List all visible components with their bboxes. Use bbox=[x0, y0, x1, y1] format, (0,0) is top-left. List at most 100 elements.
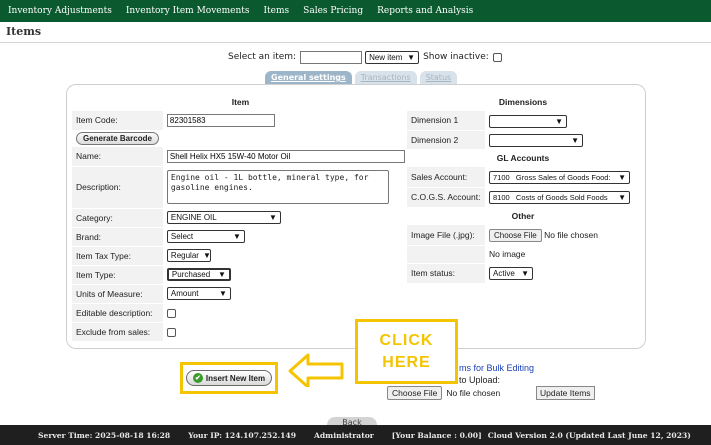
exclude-from-sales-checkbox[interactable] bbox=[166, 327, 176, 337]
new-item-select-value: New item bbox=[369, 52, 403, 62]
category-label: Category: bbox=[72, 208, 163, 228]
balance: [Your Balance : 0.00] bbox=[391, 430, 482, 440]
brand-select[interactable]: Select ▼ bbox=[166, 230, 245, 243]
nav-reports-and-analysis[interactable]: Reports and Analysis bbox=[377, 6, 473, 16]
item-code-label: Item Code: bbox=[72, 111, 163, 131]
cogs-account-label: C.O.G.S. Account: bbox=[407, 187, 485, 208]
chevron-down-icon: ▼ bbox=[218, 270, 226, 279]
sales-account-value: 7100 Gross Sales of Goods Food: bbox=[493, 172, 611, 182]
item-status-label: Item status: bbox=[407, 263, 485, 284]
category-select[interactable]: ENGINE OIL ▼ bbox=[166, 211, 281, 224]
brand-label: Brand: bbox=[72, 227, 163, 247]
chevron-down-icon: ▼ bbox=[618, 172, 626, 182]
dimension-2-select[interactable]: ▼ bbox=[489, 133, 583, 147]
chevron-down-icon: ▼ bbox=[571, 135, 579, 145]
version-info: Cloud Version 2.0 (Updated Last June 12,… bbox=[487, 430, 691, 440]
nav-sales-pricing[interactable]: Sales Pricing bbox=[303, 6, 363, 16]
right-sections: Dimensions Dimension 1 ▼ Dimension 2 ▼ G… bbox=[407, 93, 639, 284]
name-label: Name: bbox=[72, 147, 163, 167]
image-file-label: Image File (.jpg): bbox=[407, 225, 485, 246]
units-of-measure-select[interactable]: Amount ▼ bbox=[166, 287, 231, 300]
check-icon: ✔ bbox=[192, 373, 203, 383]
image-no-file-text: No file chosen bbox=[544, 229, 598, 240]
top-nav: Inventory Adjustments Inventory Item Mov… bbox=[0, 0, 711, 22]
page-title: Items bbox=[6, 25, 42, 38]
item-status-value: Active bbox=[493, 268, 515, 278]
chevron-down-icon: ▼ bbox=[269, 213, 277, 222]
chevron-down-icon: ▼ bbox=[618, 192, 626, 202]
description-label: Description: bbox=[72, 166, 163, 209]
description-textarea[interactable]: Engine oil - 1L bottle, mineral type, fo… bbox=[166, 170, 389, 204]
generate-barcode-button[interactable]: Generate Barcode bbox=[76, 132, 159, 146]
tab-bar: General settings Transactions Status bbox=[265, 71, 460, 84]
item-status-select[interactable]: Active ▼ bbox=[489, 266, 533, 280]
nav-items[interactable]: Items bbox=[264, 6, 290, 16]
chevron-down-icon: ▼ bbox=[555, 116, 563, 126]
arrow-left-icon bbox=[288, 353, 344, 387]
dimension-2-label: Dimension 2 bbox=[407, 130, 485, 150]
gl-accounts-header: GL Accounts bbox=[496, 153, 550, 164]
exclude-from-sales-label: Exclude from sales: bbox=[72, 322, 163, 342]
bulk-no-file-text: No file chosen bbox=[446, 388, 501, 398]
sales-account-select[interactable]: 7100 Gross Sales of Goods Food: ▼ bbox=[489, 170, 630, 184]
editable-description-label: Editable description: bbox=[72, 303, 163, 323]
chevron-down-icon: ▼ bbox=[407, 52, 416, 62]
name-input[interactable] bbox=[166, 150, 405, 163]
server-time: Server Time: 2025-08-18 16:28 bbox=[38, 430, 171, 440]
select-item-input[interactable] bbox=[300, 50, 363, 64]
tab-general-settings[interactable]: General settings bbox=[265, 71, 352, 84]
units-of-measure-value: Amount bbox=[170, 289, 199, 298]
item-section: Item Item Code: Generate Barcode Name: D… bbox=[72, 93, 409, 342]
dimension-1-label: Dimension 1 bbox=[407, 111, 485, 131]
item-tax-type-value: Regular bbox=[170, 251, 199, 260]
item-code-input[interactable] bbox=[166, 114, 275, 127]
item-tax-type-label: Item Tax Type: bbox=[72, 246, 163, 266]
item-section-header: Item bbox=[231, 97, 250, 107]
tab-transactions[interactable]: Transactions bbox=[354, 71, 417, 84]
callout-line-1: CLICK bbox=[379, 331, 434, 349]
image-choose-file-button[interactable]: Choose File bbox=[489, 228, 542, 242]
item-type-value: Purchased bbox=[171, 270, 211, 279]
nav-inventory-adjustments[interactable]: Inventory Adjustments bbox=[8, 6, 112, 16]
to-upload-label: to Upload: bbox=[459, 375, 501, 385]
bulk-choose-file-button[interactable]: Choose File bbox=[387, 386, 443, 400]
status-footer: Server Time: 2025-08-18 16:28 Your IP: 1… bbox=[0, 425, 711, 445]
other-header: Other bbox=[511, 211, 535, 222]
tab-status[interactable]: Status bbox=[419, 71, 458, 84]
cogs-account-value: 8100 Costs of Goods Sold Foods bbox=[493, 192, 608, 202]
update-items-button[interactable]: Update Items bbox=[536, 386, 595, 400]
bulk-editing-link[interactable]: ms for Bulk Editing bbox=[459, 363, 534, 373]
chevron-down-icon: ▼ bbox=[202, 251, 211, 260]
dimensions-header: Dimensions bbox=[498, 97, 548, 107]
bulk-file-row: Choose File No file chosen bbox=[387, 386, 500, 400]
item-selector-row: Select an item: New item ▼ Show inactive… bbox=[228, 50, 502, 64]
new-item-select[interactable]: New item ▼ bbox=[365, 50, 420, 64]
item-tax-type-select[interactable]: Regular ▼ bbox=[166, 249, 211, 262]
chevron-down-icon: ▼ bbox=[233, 232, 241, 241]
callout-line-2: HERE bbox=[382, 353, 431, 371]
chevron-down-icon: ▼ bbox=[521, 268, 529, 278]
insert-item-highlight: ✔ Insert New Item bbox=[180, 362, 278, 394]
dimension-1-select[interactable]: ▼ bbox=[489, 114, 567, 128]
cogs-account-select[interactable]: 8100 Costs of Goods Sold Foods ▼ bbox=[489, 190, 630, 204]
insert-new-item-button[interactable]: ✔ Insert New Item bbox=[185, 370, 273, 386]
item-type-select[interactable]: Purchased ▼ bbox=[166, 268, 231, 281]
item-form-panel: Item Item Code: Generate Barcode Name: D… bbox=[66, 84, 646, 349]
user-ip: Your IP: 124.107.252.149 bbox=[188, 430, 296, 440]
chevron-down-icon: ▼ bbox=[219, 289, 227, 298]
sales-account-label: Sales Account: bbox=[407, 167, 485, 188]
insert-new-item-label: Insert New Item bbox=[205, 373, 266, 383]
item-type-label: Item Type: bbox=[72, 265, 163, 285]
units-of-measure-label: Units of Measure: bbox=[72, 284, 163, 304]
show-inactive-checkbox[interactable] bbox=[492, 52, 502, 62]
nav-inventory-item-movements[interactable]: Inventory Item Movements bbox=[126, 6, 250, 16]
show-inactive-label: Show inactive: bbox=[423, 52, 489, 62]
no-image-text: No image bbox=[489, 249, 526, 259]
click-here-callout: CLICK HERE bbox=[355, 319, 458, 384]
user-role: Administrator bbox=[313, 430, 374, 440]
editable-description-checkbox[interactable] bbox=[166, 308, 176, 318]
category-select-value: ENGINE OIL bbox=[170, 213, 217, 222]
image-preview-label-cell bbox=[407, 245, 485, 264]
select-item-label: Select an item: bbox=[228, 52, 297, 62]
brand-select-value: Select bbox=[170, 232, 194, 241]
